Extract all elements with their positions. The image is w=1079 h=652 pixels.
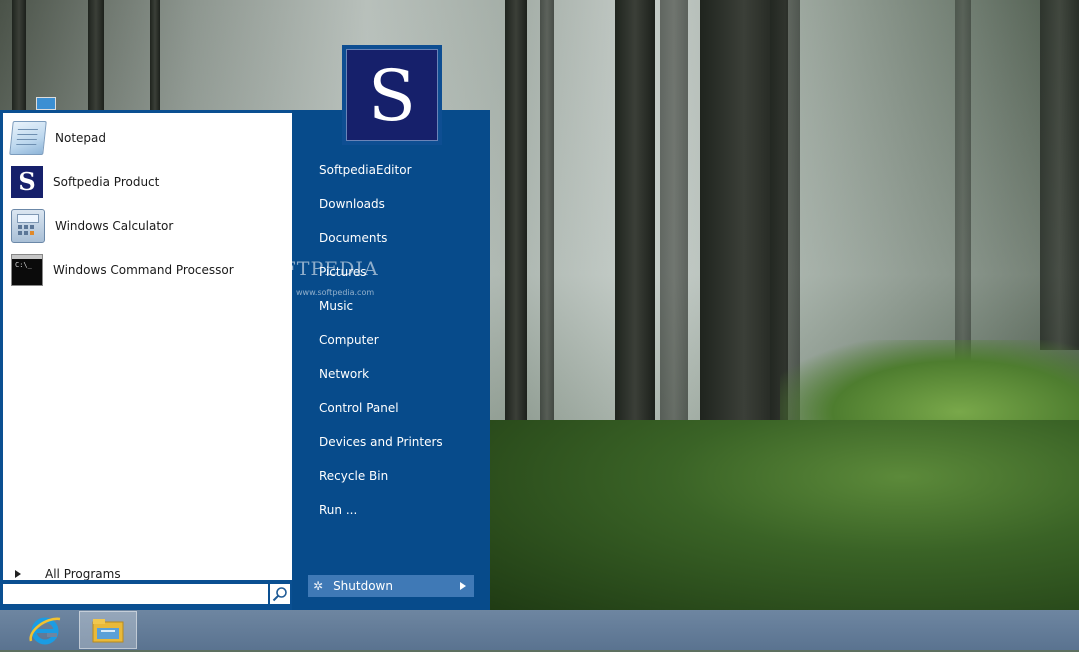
program-label: Softpedia Product [53, 175, 160, 189]
program-label: Windows Command Processor [53, 263, 234, 277]
place-softpedia-editor[interactable]: SoftpediaEditor [319, 161, 412, 179]
watermark: SOFTPEDIA [252, 258, 379, 280]
internet-explorer-icon [29, 617, 61, 645]
places-pane [292, 110, 490, 610]
place-control-panel[interactable]: Control Panel [319, 399, 399, 417]
watermark-url: www.softpedia.com [296, 288, 375, 297]
search-icon [272, 587, 287, 602]
program-softpedia-product[interactable]: S Softpedia Product [11, 163, 286, 201]
programs-pane: Notepad S Softpedia Product Windows Calc… [0, 110, 292, 610]
taskbar-internet-explorer[interactable] [16, 611, 74, 649]
program-windows-calculator[interactable]: Windows Calculator [11, 207, 286, 245]
program-label: Notepad [55, 131, 106, 145]
chevron-right-icon[interactable] [460, 582, 466, 590]
foliage [490, 420, 1079, 610]
search-button[interactable] [270, 584, 290, 604]
place-music[interactable]: Music [319, 297, 353, 315]
shutdown-label: Shutdown [333, 579, 393, 593]
calculator-icon [11, 209, 45, 243]
softpedia-icon: S [11, 166, 43, 198]
search-bar [0, 580, 292, 610]
place-recycle-bin[interactable]: Recycle Bin [319, 467, 388, 485]
program-notepad[interactable]: Notepad [9, 119, 286, 157]
tree-trunk [955, 0, 971, 390]
search-input[interactable] [3, 584, 268, 604]
place-downloads[interactable]: Downloads [319, 195, 385, 213]
triangle-right-icon [15, 570, 21, 578]
tree-trunk [1040, 0, 1079, 350]
taskbar [0, 610, 1079, 650]
desktop-icon[interactable] [36, 97, 56, 110]
place-run[interactable]: Run ... [319, 501, 357, 519]
gear-icon: ✲ [313, 579, 324, 593]
program-label: Windows Calculator [55, 219, 174, 233]
start-menu: Notepad S Softpedia Product Windows Calc… [0, 110, 490, 610]
program-windows-command-processor[interactable]: C:\_ Windows Command Processor [11, 251, 286, 289]
file-explorer-icon [92, 619, 124, 643]
place-network[interactable]: Network [319, 365, 369, 383]
shutdown-button[interactable]: ✲ Shutdown [308, 575, 474, 597]
all-programs-label: All Programs [45, 567, 121, 581]
notepad-icon [9, 121, 47, 155]
place-documents[interactable]: Documents [319, 229, 387, 247]
avatar: S [346, 49, 438, 141]
place-computer[interactable]: Computer [319, 331, 379, 349]
command-prompt-icon: C:\_ [11, 254, 43, 286]
place-devices-and-printers[interactable]: Devices and Printers [319, 433, 443, 451]
taskbar-file-explorer[interactable] [79, 611, 137, 649]
user-avatar-tile[interactable]: S [342, 45, 442, 145]
